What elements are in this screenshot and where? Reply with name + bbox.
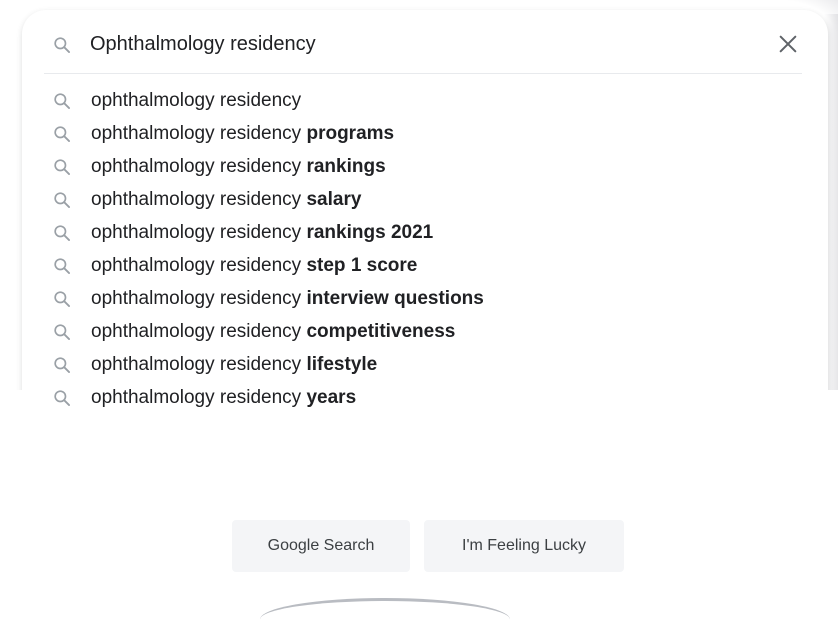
suggestion-item[interactable]: ophthalmology residency interview questi… [0, 282, 838, 315]
suggestion-prefix: ophthalmology residency [91, 255, 307, 276]
search-input[interactable] [90, 28, 730, 60]
suggestion-item[interactable]: ophthalmology residency rankings 2021 [0, 216, 838, 249]
suggestion-completion: salary [306, 189, 362, 210]
suggestion-completion: rankings 2021 [306, 222, 434, 243]
search-icon [52, 223, 72, 243]
suggestion-completion: competitiveness [306, 321, 456, 342]
search-icon [52, 124, 72, 144]
suggestion-list: ophthalmology residency ophthalmology res… [0, 84, 838, 414]
suggestion-item[interactable]: ophthalmology residency salary [0, 183, 838, 216]
suggestion-prefix: ophthalmology residency [91, 222, 307, 243]
search-icon [52, 289, 72, 309]
suggestion-item[interactable]: ophthalmology residency competitiveness [0, 315, 838, 348]
search-icon [52, 355, 72, 375]
suggestion-text: ophthalmology residency [91, 90, 301, 112]
search-icon [52, 388, 72, 408]
suggestion-prefix: ophthalmology residency [91, 321, 307, 342]
suggestion-prefix: ophthalmology residency [91, 123, 307, 144]
suggestion-completion: rankings [306, 156, 386, 177]
google-search-button[interactable]: Google Search [232, 520, 410, 572]
suggestion-text: ophthalmology residency programs [91, 123, 394, 145]
search-box[interactable] [22, 18, 828, 70]
suggestion-text: ophthalmology residency competitiveness [91, 321, 455, 343]
suggestion-text: ophthalmology residency rankings 2021 [91, 222, 433, 244]
search-icon [52, 322, 72, 342]
suggestion-text: ophthalmology residency interview questi… [91, 288, 484, 310]
suggestion-completion: programs [306, 123, 395, 144]
suggestion-text: ophthalmology residency years [91, 387, 356, 409]
suggestion-prefix: ophthalmology residency [91, 354, 307, 375]
search-icon [52, 256, 72, 276]
suggestion-text: ophthalmology residency step 1 score [91, 255, 417, 277]
suggestion-item[interactable]: ophthalmology residency step 1 score [0, 249, 838, 282]
search-icon [52, 35, 72, 55]
search-icon [52, 91, 72, 111]
suggestion-text: ophthalmology residency lifestyle [91, 354, 377, 376]
suggestion-prefix: ophthalmology residency [91, 156, 307, 177]
suggestion-prefix: ophthalmology residency [91, 288, 307, 309]
suggestion-prefix: ophthalmology residency [91, 90, 302, 111]
suggestion-item[interactable]: ophthalmology residency years [0, 381, 838, 414]
feeling-lucky-button[interactable]: I'm Feeling Lucky [424, 520, 624, 572]
suggestion-prefix: ophthalmology residency [91, 387, 307, 408]
suggestion-item[interactable]: ophthalmology residency rankings [0, 150, 838, 183]
suggestion-completion: step 1 score [306, 255, 418, 276]
suggestion-completion: interview questions [306, 288, 484, 309]
suggestion-item[interactable]: ophthalmology residency programs [0, 117, 838, 150]
suggestion-item[interactable]: ophthalmology residency [0, 84, 838, 117]
suggestion-text: ophthalmology residency rankings [91, 156, 386, 178]
suggestion-item[interactable]: ophthalmology residency lifestyle [0, 348, 838, 381]
suggestion-completion: years [306, 387, 357, 408]
suggestion-text: ophthalmology residency salary [91, 189, 361, 211]
search-icon [52, 190, 72, 210]
suggestion-completion: lifestyle [306, 354, 378, 375]
search-divider [44, 73, 802, 74]
bottom-arc-decoration [260, 598, 510, 641]
suggestion-prefix: ophthalmology residency [91, 189, 307, 210]
close-icon[interactable] [776, 32, 800, 56]
search-icon [52, 157, 72, 177]
